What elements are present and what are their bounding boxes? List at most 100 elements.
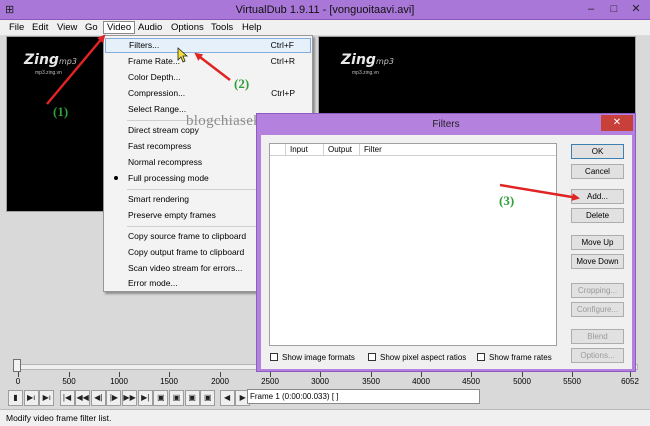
menu-item-label: Frame Rate... (128, 56, 180, 66)
checkbox-label: Show pixel aspect ratios (380, 353, 467, 362)
timeline-thumb[interactable] (13, 359, 21, 372)
arrow-left-icon[interactable]: ◀ (219, 390, 235, 406)
scene-back-icon[interactable]: ▣ (153, 390, 169, 406)
cancel-button[interactable]: Cancel (571, 164, 624, 179)
move-down-button[interactable]: Move Down (571, 254, 624, 269)
tick-label: 5000 (513, 377, 531, 386)
prev-key-icon[interactable]: ◀| (90, 390, 106, 406)
annotation-step-1: (1) (53, 104, 69, 119)
tick-label: 3500 (362, 377, 380, 386)
menu-item-label: Error mode... (128, 278, 178, 288)
checkbox-label: Show frame rates (489, 353, 552, 362)
menu-item-label: Select Range... (128, 104, 187, 114)
go-end-icon[interactable]: ▶| (137, 390, 153, 406)
title-bar: ⊞ VirtualDub 1.9.11 - [vonguoitaavi.avi]… (0, 0, 650, 20)
menu-item-label: Fast recompress (128, 141, 192, 151)
input-video-pane: Zing mp3 mp3.zing.vn (7, 37, 105, 211)
menu-item-label: Full processing mode (128, 173, 209, 183)
delete-filter-button[interactable]: Delete (571, 208, 624, 223)
checkbox-label: Show image formats (282, 353, 355, 362)
menu-bar: File Edit View Go Video Audio Options To… (0, 20, 650, 36)
playback-toolbar: ▮ ▶ı ▶ı |◀ ◀◀ ◀| |▶ ▶▶ ▶| ▣ ▣ ▣ ▣ ◀ ▶ (8, 390, 251, 408)
menu-view[interactable]: View (54, 22, 80, 35)
menu-go[interactable]: Go (82, 22, 101, 35)
options-button[interactable]: Options... (571, 348, 624, 363)
menu-item-label: Scan video stream for errors... (128, 263, 243, 273)
configure-button[interactable]: Configure... (571, 302, 624, 317)
scene-forward-icon[interactable]: ▣ (169, 390, 184, 406)
zing-logo-mp3: mp3 (59, 57, 77, 66)
checkbox-box[interactable] (270, 353, 278, 361)
step-back-icon[interactable]: ◀◀ (75, 390, 91, 406)
column-check[interactable] (270, 144, 286, 156)
go-start-icon[interactable]: |◀ (59, 390, 75, 406)
tick-label: 4500 (462, 377, 480, 386)
annotation-step-2: (2) (234, 76, 250, 91)
menu-item-label: Color Depth... (128, 72, 181, 82)
filter-list-header: Input Output Filter (270, 144, 556, 156)
checkbox-box[interactable] (368, 353, 376, 361)
menu-options[interactable]: Options (168, 22, 207, 35)
zing-logo: Zing (341, 52, 376, 68)
play-output-icon[interactable]: ▶ı (39, 390, 55, 406)
tick-label: 1000 (110, 377, 128, 386)
mark-in-icon[interactable]: ▣ (184, 390, 200, 406)
menu-item-label: Copy source frame to clipboard (128, 231, 247, 241)
menu-item-frame-rate[interactable]: Frame Rate... Ctrl+R (105, 54, 311, 69)
filter-list[interactable]: Input Output Filter (269, 143, 557, 346)
tick-label: 2500 (261, 377, 279, 386)
menu-help[interactable]: Help (239, 22, 265, 35)
menu-item-label: Copy output frame to clipboard (128, 247, 245, 257)
close-icon[interactable]: ✕ (601, 115, 633, 131)
close-icon[interactable]: ✕ (622, 0, 650, 19)
zing-logo-sub: mp3.zing.vn (35, 70, 62, 76)
show-image-formats-checkbox[interactable]: Show image formats (270, 353, 355, 363)
menu-audio[interactable]: Audio (135, 22, 165, 35)
column-filter[interactable]: Filter (360, 144, 556, 156)
menu-item-shortcut: Ctrl+R (270, 56, 295, 66)
zing-logo-sub: mp3.zing.vn (352, 70, 379, 76)
tick-label: 1500 (160, 377, 178, 386)
step-forward-icon[interactable]: ▶▶ (122, 390, 138, 406)
tick-label: 4000 (412, 377, 430, 386)
column-output[interactable]: Output (324, 144, 360, 156)
zing-logo-mp3: mp3 (376, 57, 394, 66)
menu-video[interactable]: Video (103, 21, 136, 34)
cropping-button[interactable]: Cropping... (571, 283, 624, 298)
menu-tools[interactable]: Tools (208, 22, 236, 35)
menu-item-label: Smart rendering (128, 194, 189, 204)
radio-bullet-icon (114, 176, 118, 180)
menu-item-color-depth[interactable]: Color Depth... (105, 70, 311, 85)
play-input-icon[interactable]: ▶ı (23, 390, 39, 406)
show-pixel-aspect-checkbox[interactable]: Show pixel aspect ratios (368, 353, 466, 363)
menu-item-label: Preserve empty frames (128, 210, 216, 220)
dialog-title: Filters (432, 119, 460, 130)
ok-button[interactable]: OK (571, 144, 624, 159)
annotation-step-3: (3) (499, 193, 515, 208)
filters-dialog: Filters ✕ Input Output Filter OK Cancel … (256, 113, 636, 372)
show-frame-rates-checkbox[interactable]: Show frame rates (477, 353, 552, 363)
tick-label: 2000 (211, 377, 229, 386)
menu-item-label: Normal recompress (128, 157, 203, 167)
checkbox-box[interactable] (477, 353, 485, 361)
status-text: Modify video frame filter list. (6, 413, 112, 423)
dialog-body: Input Output Filter OK Cancel Add... Del… (261, 135, 632, 369)
menu-item-label: Filters... (129, 40, 160, 50)
menu-item-shortcut: Ctrl+F (270, 40, 294, 50)
column-input[interactable]: Input (286, 144, 324, 156)
add-filter-button[interactable]: Add... (571, 189, 624, 204)
menu-item-label: Compression... (128, 88, 186, 98)
stop-icon[interactable]: ▮ (8, 390, 23, 406)
mark-out-icon[interactable]: ▣ (200, 390, 216, 406)
tick-label: 500 (62, 377, 76, 386)
move-up-button[interactable]: Move Up (571, 235, 624, 250)
blend-button[interactable]: Blend (571, 329, 624, 344)
status-bar: Modify video frame filter list. (0, 409, 650, 426)
next-key-icon[interactable]: |▶ (106, 390, 122, 406)
menu-edit[interactable]: Edit (29, 22, 51, 35)
menu-file[interactable]: File (6, 22, 27, 35)
tick-label: 0 (15, 377, 21, 386)
menu-item-filters[interactable]: Filters... Ctrl+F (105, 38, 311, 53)
menu-item-compression[interactable]: Compression... Ctrl+P (105, 86, 311, 101)
tick-label: 3000 (311, 377, 329, 386)
